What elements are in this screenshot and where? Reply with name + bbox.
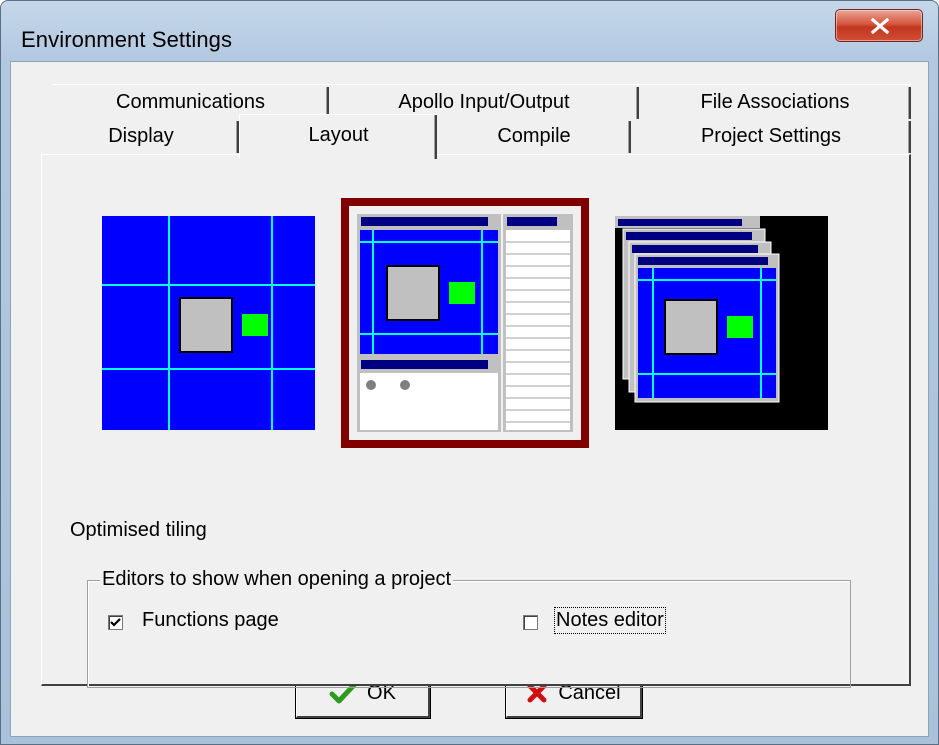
editors-group-box: [87, 580, 851, 688]
checkmark-icon: [110, 618, 121, 627]
tab-label: Display: [108, 125, 174, 147]
layout-tab-panel: Optimised tiling Editors to show when op…: [41, 154, 911, 688]
editors-group-legend: Editors to show when opening a project: [100, 568, 454, 591]
tiling-layout-icon: [102, 216, 315, 430]
functions-page-label[interactable]: Functions page: [142, 609, 279, 632]
tab-file-associations[interactable]: File Associations: [639, 84, 911, 119]
tab-label: Compile: [497, 125, 571, 147]
tab-display[interactable]: Display: [43, 119, 239, 155]
tiling-layout-option[interactable]: [102, 216, 315, 435]
dialog-window: Environment Settings Communications Apol…: [0, 0, 939, 745]
dialog-client-area: Communications Apollo Input/Output File …: [10, 61, 929, 737]
tab-label: Layout: [308, 124, 369, 146]
split-layout-option[interactable]: [341, 198, 589, 453]
cascade-layout-icon: [615, 216, 828, 430]
notes-editor-checkbox[interactable]: [523, 615, 538, 630]
layout-description: Optimised tiling: [70, 519, 207, 541]
tab-label: Communications: [116, 91, 265, 113]
close-button[interactable]: [835, 9, 923, 42]
notes-editor-label[interactable]: Notes editor: [554, 607, 666, 634]
tab-label: Project Settings: [700, 125, 842, 147]
tab-project-settings[interactable]: Project Settings: [631, 119, 911, 155]
functions-page-checkbox[interactable]: [108, 615, 123, 630]
tab-compile[interactable]: Compile: [437, 119, 631, 155]
tab-label: File Associations: [700, 91, 850, 113]
tab-layout[interactable]: Layout: [239, 114, 437, 159]
cascade-layout-option[interactable]: [615, 216, 828, 435]
split-layout-icon: [341, 198, 589, 448]
window-title: Environment Settings: [21, 27, 233, 52]
close-icon: [870, 18, 890, 34]
tab-label: Apollo Input/Output: [398, 91, 570, 113]
